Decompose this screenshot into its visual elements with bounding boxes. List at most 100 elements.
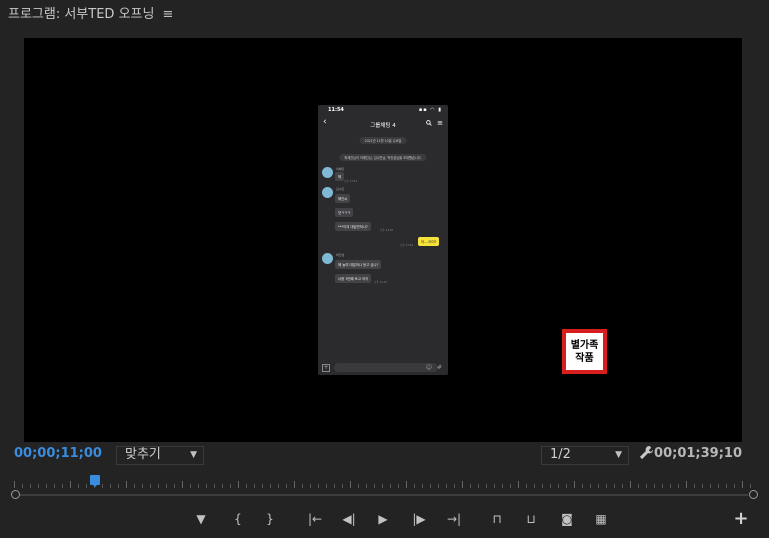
ruler-tick — [566, 484, 567, 488]
ruler-tick — [22, 484, 23, 488]
ruler-tick — [230, 484, 231, 488]
export-frame-button[interactable]: ◙ — [557, 508, 577, 530]
ruler-tick — [470, 484, 471, 488]
ruler-tick — [462, 481, 463, 488]
message-bubble: ***이의 대답만하나? — [335, 222, 371, 231]
ruler-tick — [150, 484, 151, 488]
panel-menu-icon[interactable]: ≡ — [162, 7, 173, 22]
ruler-tick — [686, 481, 687, 488]
ruler-tick — [542, 484, 543, 488]
ruler-tick — [14, 481, 15, 488]
panel-title[interactable]: 프로그램: 서부TED 오프닝 ≡ — [8, 3, 173, 22]
scrollbar-right-handle[interactable] — [749, 490, 758, 499]
ruler-tick — [54, 484, 55, 488]
message-time: 오후 11:52 — [380, 229, 394, 232]
ruler-tick — [46, 484, 47, 488]
ruler-tick — [174, 484, 175, 488]
zoom-level-select[interactable]: 맞추기 ▼ — [116, 446, 204, 465]
panel-header: 프로그램: 서부TED 오프닝 ≡ — [0, 0, 769, 24]
ruler-tick — [718, 484, 719, 488]
step-back-icon: ◀| — [342, 512, 356, 526]
mark-out-button[interactable]: } — [262, 508, 278, 530]
lift-button[interactable]: ⊓ — [487, 508, 507, 530]
ruler-tick — [318, 484, 319, 488]
ruler-tick — [278, 484, 279, 488]
badge-line-2: 작품 — [575, 352, 594, 364]
zoom-scrollbar[interactable] — [11, 490, 758, 500]
avatar — [322, 167, 333, 178]
ruler-tick — [302, 484, 303, 488]
ruler-tick — [750, 484, 751, 488]
button-editor-button[interactable]: + — [731, 508, 751, 530]
ruler-tick — [574, 481, 575, 488]
ruler-tick — [422, 484, 423, 488]
ruler-tick — [534, 484, 535, 488]
chat-nav-bar: ‹ 그룹채팅 4 ≡ — [318, 117, 448, 131]
ruler-tick — [550, 484, 551, 488]
current-timecode[interactable]: 00;00;11;00 — [14, 446, 102, 461]
program-monitor-video[interactable]: 11:54 ▪▪ ◠ ▮ ‹ 그룹채팅 4 ≡ 2021년 11월 10일 수요… — [24, 38, 742, 442]
ruler-tick — [222, 484, 223, 488]
ruler-tick — [742, 481, 743, 488]
add-marker-button[interactable]: ▼ — [193, 508, 209, 530]
panel-title-text: 프로그램: 서부TED 오프닝 — [8, 7, 155, 22]
step-forward-button[interactable]: |▶ — [410, 508, 428, 530]
mark-out-icon: } — [266, 512, 274, 526]
camera-icon: ◙ — [561, 512, 573, 526]
message-time: 오후 11:52 — [400, 244, 414, 247]
settings-wrench-icon[interactable] — [639, 445, 654, 464]
chat-input-bar: + ☺ # — [318, 361, 448, 375]
step-back-button[interactable]: ◀| — [340, 508, 358, 530]
ruler-tick — [590, 484, 591, 488]
chevron-down-icon: ▼ — [615, 450, 622, 460]
ruler-tick — [454, 484, 455, 488]
message-time: 오후 11:51 — [344, 180, 358, 183]
message-bubble: 헤 — [335, 172, 345, 181]
ruler-tick — [350, 481, 351, 488]
ruler-tick — [294, 481, 295, 488]
extract-icon: ⊔ — [526, 512, 536, 526]
extract-button[interactable]: ⊔ — [521, 508, 541, 530]
ruler-tick — [430, 484, 431, 488]
ruler-tick — [70, 481, 71, 488]
ruler-tick — [614, 484, 615, 488]
ruler-tick — [502, 484, 503, 488]
play-icon: ▶ — [378, 512, 388, 526]
playback-resolution-select[interactable]: 1/2 ▼ — [541, 446, 629, 465]
phone-status-icons: ▪▪ ◠ ▮ — [418, 107, 442, 113]
ruler-tick — [406, 481, 407, 488]
scrollbar-track[interactable] — [20, 494, 748, 496]
ruler-tick — [678, 484, 679, 488]
mark-in-button[interactable]: { — [230, 508, 246, 530]
go-to-in-button[interactable]: |← — [305, 508, 325, 530]
time-ruler[interactable] — [14, 480, 754, 490]
playhead[interactable] — [90, 475, 101, 487]
message-bubble: 혜 높여 대답하나 듣고 싶나? — [335, 260, 382, 269]
ruler-tick — [726, 484, 727, 488]
ruler-tick — [166, 484, 167, 488]
go-to-out-icon: →| — [446, 512, 462, 526]
go-to-out-button[interactable]: →| — [444, 508, 464, 530]
chat-menu-icon: ≡ — [437, 119, 443, 127]
ruler-tick — [86, 484, 87, 488]
search-icon — [426, 120, 432, 128]
ruler-tick — [190, 484, 191, 488]
ruler-tick — [606, 484, 607, 488]
ruler-tick — [670, 484, 671, 488]
message-bubble: 혜진씨 — [335, 194, 351, 203]
ruler-tick — [446, 484, 447, 488]
comparison-view-button[interactable]: ▦ — [591, 508, 611, 530]
ruler-tick — [646, 484, 647, 488]
ruler-tick — [198, 484, 199, 488]
ruler-tick — [206, 484, 207, 488]
ruler-tick — [694, 484, 695, 488]
ruler-tick — [326, 484, 327, 488]
ruler-tick — [518, 481, 519, 488]
transport-controls: ▼ { } |← ◀| ▶ |▶ →| ⊓ ⊔ ◙ ▦ + — [0, 508, 769, 530]
go-to-in-icon: |← — [307, 512, 323, 526]
scrollbar-left-handle[interactable] — [11, 490, 20, 499]
avatar — [322, 253, 333, 264]
step-forward-icon: |▶ — [412, 512, 426, 526]
playback-resolution-value: 1/2 — [550, 447, 571, 462]
play-button[interactable]: ▶ — [374, 508, 392, 530]
